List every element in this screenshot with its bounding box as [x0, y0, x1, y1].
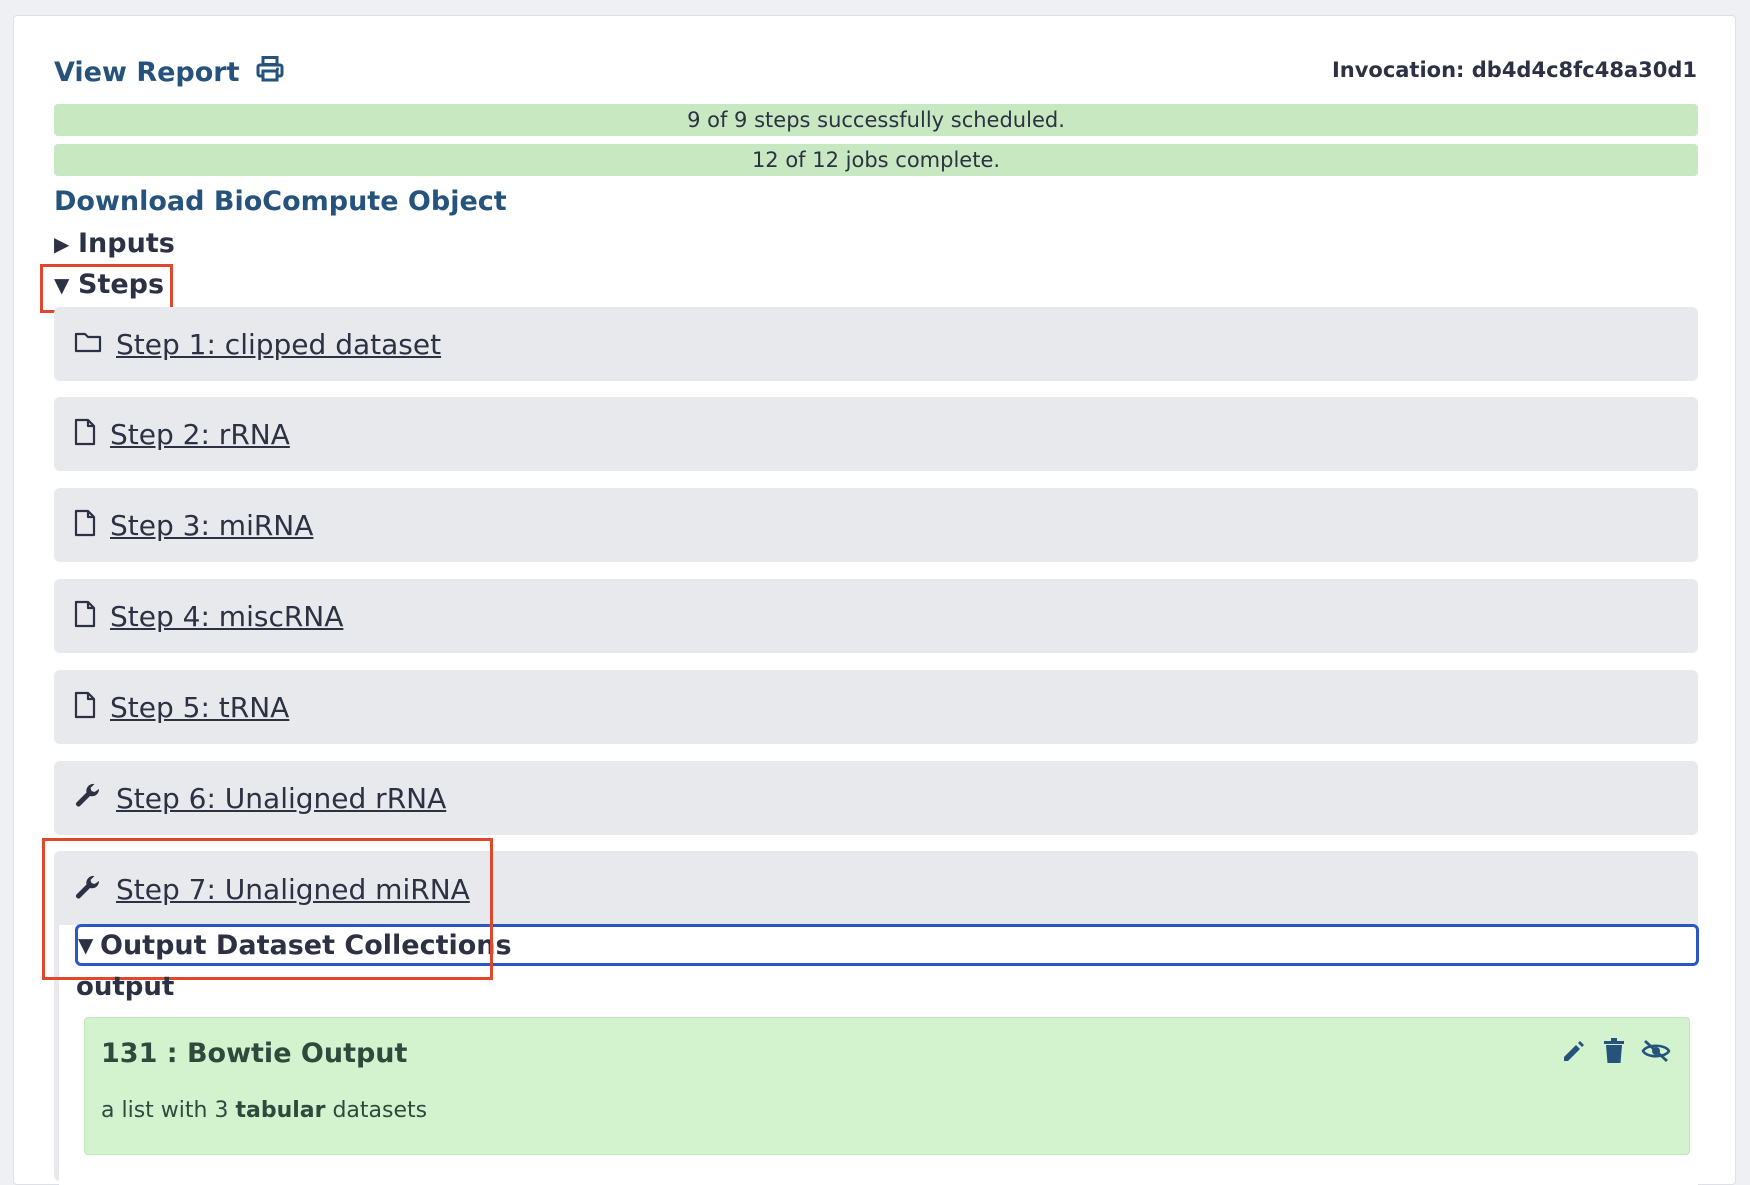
trash-icon[interactable] [1603, 1038, 1625, 1064]
output-name: output [76, 972, 175, 1002]
highlight-box-steps [40, 264, 173, 313]
view-report-link[interactable]: View Report [54, 56, 284, 89]
folder-icon [74, 331, 102, 357]
inputs-toggle[interactable]: ▶ Inputs [54, 228, 175, 259]
highlight-box-step7 [42, 838, 493, 980]
collection-desc-prefix: a list with 3 [101, 1098, 229, 1123]
jobs-complete-bar: 12 of 12 jobs complete. [54, 144, 1698, 176]
file-icon [74, 600, 96, 632]
step-item-1[interactable]: Step 1: clipped dataset [54, 307, 1698, 381]
collection-actions [1561, 1038, 1671, 1064]
printer-icon[interactable] [256, 56, 284, 89]
step-link-3[interactable]: Step 3: miRNA [110, 509, 313, 542]
collection-desc-type: tabular [235, 1098, 326, 1123]
step-link-1[interactable]: Step 1: clipped dataset [116, 328, 441, 361]
step-item-4[interactable]: Step 4: miscRNA [54, 579, 1698, 653]
step-item-6[interactable]: Step 6: Unaligned rRNA [54, 761, 1698, 835]
file-icon [74, 691, 96, 723]
file-icon [74, 509, 96, 541]
collection-title[interactable]: 131 : Bowtie Output [101, 1038, 407, 1069]
file-icon [74, 418, 96, 450]
view-report-label: View Report [54, 57, 240, 88]
step-item-2[interactable]: Step 2: rRNA [54, 397, 1698, 471]
steps-scheduled-bar: 9 of 9 steps successfully scheduled. [54, 104, 1698, 136]
step-link-4[interactable]: Step 4: miscRNA [110, 600, 343, 633]
step-link-6[interactable]: Step 6: Unaligned rRNA [116, 782, 446, 815]
collection-item[interactable]: 131 : Bowtie Output a list with 3 tabula… [84, 1017, 1690, 1155]
step-link-2[interactable]: Step 2: rRNA [110, 418, 290, 451]
step-item-5[interactable]: Step 5: tRNA [54, 670, 1698, 744]
download-biocompute-link[interactable]: Download BioCompute Object [54, 186, 507, 217]
invocation-id: Invocation: db4d4c8fc48a30d1 [1331, 58, 1697, 82]
caret-right-icon: ▶ [54, 231, 70, 256]
pencil-icon[interactable] [1561, 1038, 1587, 1064]
step-link-5[interactable]: Step 5: tRNA [110, 691, 289, 724]
inputs-label: Inputs [78, 228, 175, 259]
collection-description: a list with 3 tabular datasets [101, 1098, 427, 1123]
step-item-3[interactable]: Step 3: miRNA [54, 488, 1698, 562]
wrench-icon [74, 782, 102, 814]
eye-slash-icon[interactable] [1641, 1038, 1671, 1064]
collection-desc-suffix: datasets [332, 1098, 428, 1123]
